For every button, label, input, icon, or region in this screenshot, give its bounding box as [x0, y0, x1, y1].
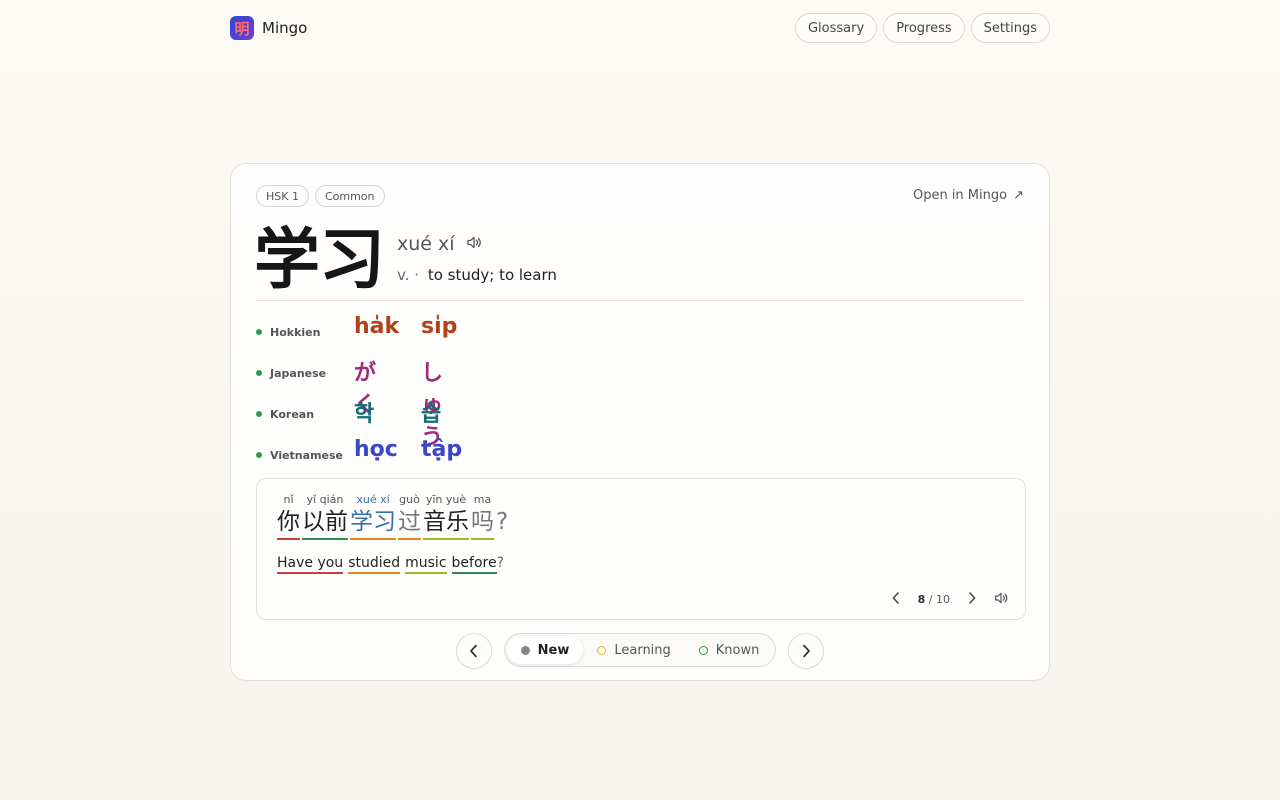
status-dot-icon — [597, 645, 607, 655]
word-pinyin: nǐ — [283, 493, 294, 506]
sentence-word[interactable]: nǐ 你 — [277, 493, 300, 540]
english-word[interactable]: music — [405, 555, 447, 574]
english-question-mark: ? — [496, 555, 505, 571]
sentence-word[interactable]: xué xí 学习 — [350, 493, 396, 540]
word-pinyin: yīn yuè — [425, 493, 467, 506]
dialect-syllable[interactable]: si̍p — [421, 314, 457, 339]
card-footer: New Learning Known — [231, 633, 1049, 669]
status-learning-option[interactable]: Learning — [583, 636, 684, 664]
settings-button[interactable]: Settings — [970, 13, 1050, 43]
dialect-label: Hokkien — [270, 326, 321, 339]
word-pinyin: ma — [473, 493, 492, 506]
word-hanzi: 学习 — [350, 507, 396, 540]
dialect-label: Japanese — [270, 367, 327, 380]
definition: v. · to study; to learn — [397, 266, 557, 284]
hsk-level-tag: HSK 1 — [256, 185, 309, 207]
learning-status-selector: New Learning Known — [503, 633, 777, 667]
open-in-mingo-link[interactable]: Open in Mingo ↗ — [913, 188, 1024, 203]
status-known-option[interactable]: Known — [685, 636, 774, 664]
word-pinyin: yǐ qián — [306, 493, 344, 506]
status-label: New — [537, 642, 570, 658]
sentence-word[interactable]: ma 吗 — [471, 493, 494, 540]
english-word[interactable]: studied — [348, 555, 401, 574]
glossary-button[interactable]: Glossary — [794, 13, 878, 43]
status-label: Learning — [614, 642, 671, 658]
dialect-syllable[interactable]: 학 — [354, 396, 374, 428]
dialect-syllable[interactable]: ha̍k — [354, 314, 399, 339]
logo-icon: 明 — [230, 16, 254, 40]
word-pinyin: guò — [399, 493, 420, 506]
speaker-icon[interactable] — [466, 236, 482, 253]
status-dot-icon — [520, 645, 530, 655]
word-pinyin: xué xí — [356, 493, 390, 506]
previous-sentence-icon[interactable] — [892, 592, 900, 607]
sentence-controls: 8 / 10 — [892, 592, 1009, 607]
chinese-sentence: nǐ 你 yǐ qián 以前 xué xí 学习 guò 过 yīn yuè 音乐 ma 吗? — [277, 493, 508, 540]
brand-name: Mingo — [262, 19, 308, 37]
pinyin-text: xué xí — [397, 233, 455, 255]
progress-button[interactable]: Progress — [883, 13, 965, 43]
dialect-syllable[interactable]: 습 — [421, 396, 441, 428]
dialect-label: Vietnamese — [270, 449, 343, 462]
sentence-current: 8 — [917, 593, 926, 606]
brand[interactable]: 明 Mingo — [230, 16, 307, 40]
word-hanzi: 以前 — [302, 507, 348, 540]
dialect-syllable[interactable]: tập — [421, 437, 462, 462]
status-dot-icon — [698, 645, 708, 655]
question-mark: ? — [496, 509, 509, 535]
dialect-dot — [256, 370, 262, 376]
external-link-icon: ↗ — [1013, 188, 1024, 203]
top-nav: Glossary Progress Settings — [794, 13, 1050, 43]
open-link-label: Open in Mingo — [912, 188, 1008, 203]
dialect-dot — [256, 329, 262, 335]
english-word[interactable]: before — [451, 555, 497, 574]
example-sentence-box: nǐ 你 yǐ qián 以前 xué xí 学习 guò 过 yīn yuè 音乐 ma 吗? Ha… — [256, 478, 1026, 620]
sentence-speaker-icon[interactable] — [994, 592, 1009, 607]
headword-pinyin: xué xí — [397, 233, 482, 255]
sentence-punctuation: ? — [496, 493, 508, 540]
divider — [256, 300, 1024, 301]
next-card-button[interactable] — [788, 633, 825, 669]
word-hanzi: 音乐 — [423, 507, 469, 540]
dialect-dot — [256, 411, 262, 417]
next-sentence-icon[interactable] — [968, 592, 976, 607]
sentence-word[interactable]: guò 过 — [398, 493, 421, 540]
definition-text: to study; to learn — [427, 266, 557, 284]
top-bar: 明 Mingo Glossary Progress Settings — [230, 13, 1050, 43]
english-word[interactable]: Have you — [277, 555, 344, 574]
status-label: Known — [715, 642, 760, 658]
english-sentence: Have you studied music before? — [277, 555, 504, 574]
headword: 学习 — [254, 221, 385, 298]
chevron-right-icon — [803, 644, 811, 658]
dialect-dot — [256, 452, 262, 458]
chevron-left-icon — [469, 644, 477, 658]
word-card: HSK 1 Common Open in Mingo ↗ 学习 xué xí v… — [230, 163, 1050, 681]
word-hanzi: 吗 — [471, 507, 494, 540]
word-hanzi: 你 — [277, 507, 300, 540]
tag-list: HSK 1 Common — [256, 185, 385, 207]
dialect-syllable[interactable]: học — [354, 437, 398, 462]
part-of-speech: v. · — [397, 266, 420, 284]
previous-card-button[interactable] — [455, 633, 492, 669]
word-hanzi: 过 — [398, 507, 421, 540]
sentence-total: / 10 — [928, 593, 950, 606]
status-new-option[interactable]: New — [506, 636, 584, 664]
sentence-counter: 8 / 10 — [918, 593, 950, 606]
sentence-word[interactable]: yīn yuè 音乐 — [423, 493, 469, 540]
frequency-tag: Common — [314, 185, 385, 207]
dialect-label: Korean — [270, 408, 315, 421]
sentence-word[interactable]: yǐ qián 以前 — [302, 493, 348, 540]
